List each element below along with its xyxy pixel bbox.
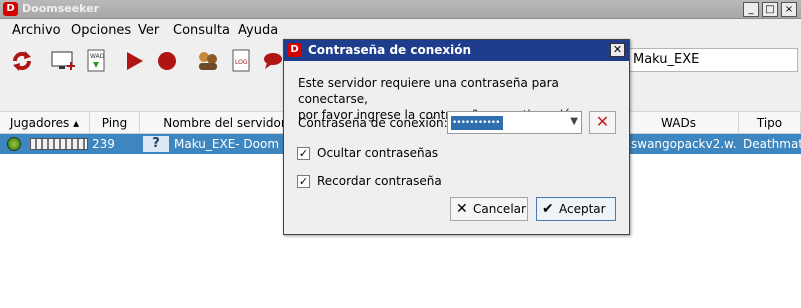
- dialog-message-line1: Este servidor requiere una contraseña pa…: [298, 76, 559, 106]
- password-label: Contraseña de conexión:: [298, 116, 448, 130]
- title-bar: D Doomseeker _ □ ×: [0, 0, 801, 19]
- remember-password-checkbox[interactable]: ✓: [297, 175, 310, 188]
- players-bar: [30, 138, 88, 150]
- game-engine-icon: [7, 137, 21, 151]
- column-wads[interactable]: WADs: [619, 112, 739, 134]
- doomseeker-logo-icon: D: [3, 2, 18, 16]
- cancel-icon: ✕: [456, 201, 468, 217]
- chevron-down-icon[interactable]: ▼: [570, 116, 578, 127]
- play-icon[interactable]: [121, 48, 147, 74]
- column-players[interactable]: Jugadores ▴: [0, 112, 90, 134]
- accept-label: Aceptar: [559, 202, 606, 216]
- dialog-title-bar: D Contraseña de conexión ✕: [284, 40, 629, 61]
- players-icon[interactable]: [195, 48, 221, 74]
- connection-password-dialog: D Contraseña de conexión ✕ Este servidor…: [283, 39, 630, 235]
- cell-server-name: Maku_EXE- Doom: [174, 137, 280, 151]
- clear-password-button[interactable]: ✕: [589, 111, 616, 134]
- record-icon[interactable]: [154, 48, 180, 74]
- screen-add-icon[interactable]: [50, 48, 76, 74]
- cell-wads: swangopackv2.w...: [631, 137, 737, 151]
- cell-type: Deathmat: [743, 137, 801, 151]
- dialog-close-button[interactable]: ✕: [610, 43, 625, 57]
- svg-text:LOG: LOG: [235, 59, 248, 66]
- maximize-button[interactable]: □: [762, 2, 778, 17]
- menu-ayuda[interactable]: Ayuda: [238, 23, 278, 38]
- window-title: Doomseeker: [22, 2, 100, 15]
- remember-password-label[interactable]: Recordar contraseña: [317, 174, 442, 188]
- search-input[interactable]: Maku_EXE: [628, 48, 798, 72]
- log-icon[interactable]: LOG: [228, 48, 254, 74]
- password-value: •••••••••••: [451, 116, 503, 130]
- hide-passwords-label[interactable]: Ocultar contraseñas: [317, 146, 438, 160]
- menu-archivo[interactable]: Archivo: [12, 23, 61, 38]
- column-ping[interactable]: Ping: [90, 112, 140, 134]
- menu-consulta[interactable]: Consulta: [173, 23, 230, 38]
- minimize-button[interactable]: _: [743, 2, 759, 17]
- main-window: D Doomseeker _ □ × Archivo Opciones Ver …: [0, 0, 801, 308]
- checkmark-icon: ✔: [542, 201, 554, 217]
- hide-passwords-checkbox[interactable]: ✓: [297, 147, 310, 160]
- refresh-icon[interactable]: [9, 48, 35, 74]
- password-combobox[interactable]: ••••••••••• ▼: [447, 111, 582, 134]
- dialog-title: Contraseña de conexión: [308, 43, 472, 57]
- doomseeker-logo-icon: D: [287, 43, 302, 57]
- wad-icon[interactable]: WAD: [83, 48, 109, 74]
- menu-ver[interactable]: Ver: [138, 23, 159, 38]
- close-button[interactable]: ×: [781, 2, 797, 17]
- cell-ping: 239: [92, 137, 115, 151]
- svg-text:WAD: WAD: [90, 53, 105, 60]
- accept-button[interactable]: ✔ Aceptar: [536, 197, 616, 221]
- menu-opciones[interactable]: Opciones: [71, 23, 131, 38]
- cancel-label: Cancelar: [473, 202, 526, 216]
- column-type[interactable]: Tipo: [739, 112, 801, 134]
- cancel-button[interactable]: ✕ Cancelar: [450, 197, 528, 221]
- unknown-country-icon: ?: [143, 136, 169, 152]
